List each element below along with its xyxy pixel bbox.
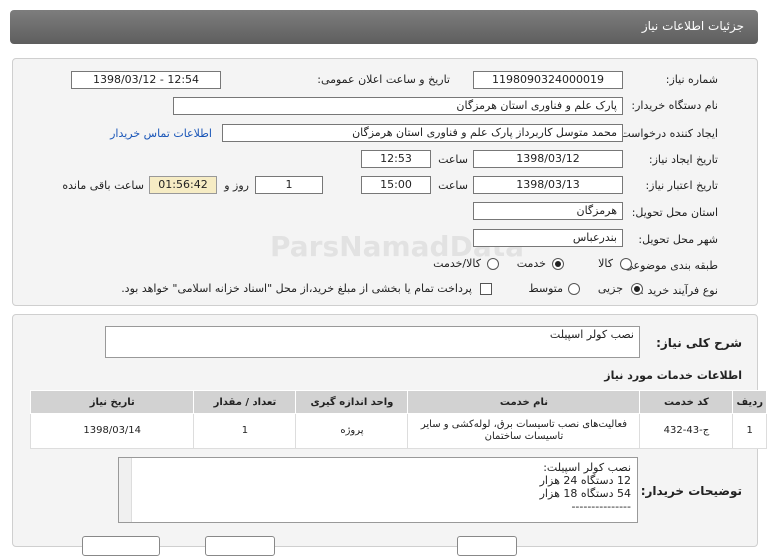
city-field[interactable]: بندرعباس [473, 229, 623, 247]
announce-label: تاریخ و ساعت اعلان عمومی: [317, 73, 450, 86]
buyer-notes-textarea[interactable]: نصب کولر اسپیلت: 12 دستگاه 24 هزار 54 دس… [118, 457, 638, 523]
cell-qty: 1 [193, 413, 297, 449]
buyer-notes-line-3: 54 دستگاه 18 هزار [539, 487, 631, 500]
col-code: کد خدمت [639, 390, 734, 414]
creator-label: ایجاد کننده درخواست: [616, 127, 718, 140]
remaining-days-field[interactable]: 1 [255, 176, 323, 194]
remaining-time-field[interactable]: 01:56:42 [149, 176, 217, 194]
province-field[interactable]: هرمزگان [473, 202, 623, 220]
category-goods-service-radio[interactable] [487, 258, 499, 270]
header-bar: جزئیات اطلاعات نیاز [10, 10, 758, 44]
services-table: ردیف کد خدمت نام خدمت واحد اندازه گیری ت… [29, 390, 767, 449]
validity-time-label: ساعت [438, 179, 468, 192]
buyer-notes-label: توضیحات خریدار: [640, 484, 742, 498]
treasury-bonds-checkbox[interactable] [480, 283, 492, 295]
day-label: روز و [224, 179, 249, 192]
bottom-button-middle[interactable] [205, 536, 275, 556]
created-date-label: تاریخ ایجاد نیاز: [648, 153, 718, 166]
process-minor-label: جزیی [597, 282, 623, 295]
validity-date-label: تاریخ اعتبار نیاز: [645, 179, 718, 192]
announce-field[interactable]: 1398/03/12 - 12:54 [71, 71, 221, 89]
buyer-notes-line-4: --------------- [571, 500, 631, 513]
buyer-label: نام دستگاه خریدار: [631, 99, 718, 112]
cell-row: 1 [732, 413, 767, 449]
category-goods-radio[interactable] [620, 258, 632, 270]
description-label: شرح کلی نیاز: [656, 336, 742, 350]
page-title: جزئیات اطلاعات نیاز [641, 19, 744, 33]
validity-time-field[interactable]: 15:00 [361, 176, 431, 194]
col-name: نام خدمت [407, 390, 641, 414]
services-title: اطلاعات خدمات مورد نیاز [604, 369, 742, 382]
category-service-label: خدمت [516, 257, 546, 270]
buyer-field[interactable]: پارک علم و فناوری استان هرمزگان [173, 97, 623, 115]
province-label: استان محل تحویل: [631, 206, 718, 219]
treasury-bonds-note: پرداخت تمام یا بخشی از مبلغ خرید،از محل … [121, 282, 472, 295]
cell-unit: پروژه [295, 413, 409, 449]
col-qty: تعداد / مقدار [193, 390, 297, 414]
textarea-scrollbar[interactable] [119, 458, 132, 522]
bottom-button-right[interactable] [457, 536, 517, 556]
process-label: نوع فرآیند خرید : [640, 284, 718, 297]
buyer-notes-line-2: 12 دستگاه 24 هزار [539, 474, 631, 487]
creator-field[interactable]: محمد متوسل کاربرداز پارک علم و فناوری اس… [222, 124, 623, 142]
bottom-button-left[interactable] [82, 536, 160, 556]
created-date-field[interactable]: 1398/03/12 [473, 150, 623, 168]
created-time-field[interactable]: 12:53 [361, 150, 431, 168]
category-label: طبقه بندی موضوعی: [620, 259, 718, 272]
col-row: ردیف [732, 390, 767, 414]
process-medium-radio[interactable] [568, 283, 580, 295]
col-unit: واحد اندازه گیری [295, 390, 409, 414]
process-minor-radio[interactable] [631, 283, 643, 295]
col-date: تاریخ نیاز [29, 390, 195, 414]
buyer-notes-line-1: نصب کولر اسپیلت: [543, 461, 631, 474]
process-medium-label: متوسط [528, 282, 563, 295]
cell-code: ج-43-432 [639, 413, 734, 449]
city-label: شهر محل تحویل: [638, 233, 718, 246]
need-number-label: شماره نیاز: [665, 73, 718, 86]
description-field[interactable]: نصب کولر اسپیلت [105, 326, 640, 358]
cell-name: فعالیت‌های نصب تاسیسات برق، لوله‌کشی و س… [407, 413, 641, 449]
category-service-radio[interactable] [552, 258, 564, 270]
table-row[interactable]: 1 ج-43-432 فعالیت‌های نصب تاسیسات برق، ل… [29, 413, 767, 449]
category-goods-label: کالا [598, 257, 613, 270]
remaining-label: ساعت باقی مانده [62, 179, 144, 192]
need-number-field[interactable]: 1198090324000019 [473, 71, 623, 89]
created-time-label: ساعت [438, 153, 468, 166]
validity-date-field[interactable]: 1398/03/13 [473, 176, 623, 194]
category-goods-service-label: کالا/خدمت [433, 257, 481, 270]
cell-date: 1398/03/14 [29, 413, 195, 449]
contact-buyer-link[interactable]: اطلاعات تماس خریدار [110, 127, 212, 140]
